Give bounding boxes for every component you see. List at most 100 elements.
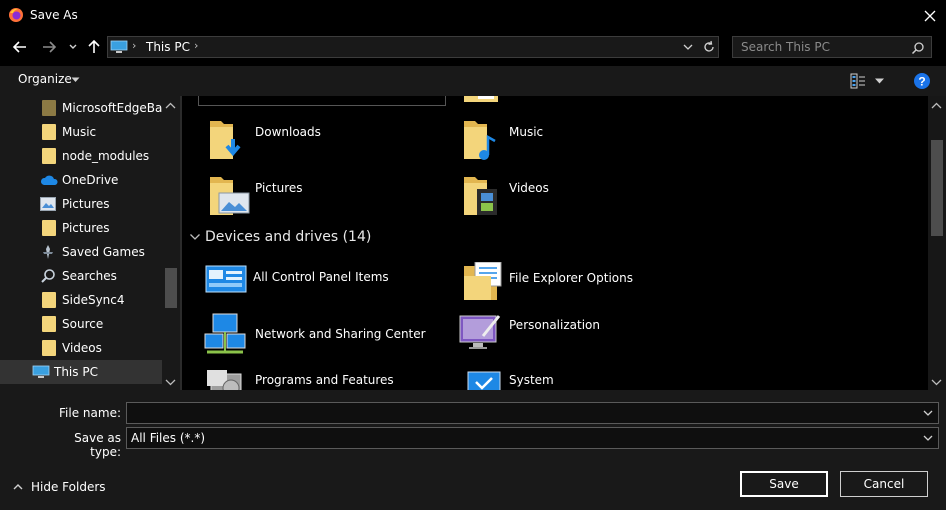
device-label: Personalization [509, 318, 600, 332]
scroll-up-icon[interactable] [165, 102, 176, 110]
search-box[interactable]: Search This PC [732, 36, 932, 58]
personalization-icon [459, 315, 501, 349]
folder-icon [42, 148, 56, 164]
device-label: All Control Panel Items [253, 270, 389, 284]
tree-item-microsoftedgeback[interactable]: MicrosoftEdgeBack [0, 96, 176, 120]
recent-locations-chevron-icon[interactable] [66, 40, 80, 54]
folder-dark-icon [42, 100, 56, 116]
tree-item-label: Searches [62, 269, 117, 283]
view-dropdown-icon[interactable] [874, 77, 885, 85]
pictures-folder-icon [210, 177, 250, 215]
hide-folders-button[interactable]: Hide Folders [12, 479, 112, 497]
firefox-icon [9, 8, 23, 22]
tree-item-label: node_modules [62, 149, 150, 163]
tree-item-source[interactable]: Source [0, 312, 162, 336]
tree-item-label: Saved Games [62, 245, 145, 259]
organize-button[interactable]: Organize [18, 72, 80, 90]
navigation-scrollbar[interactable] [162, 96, 179, 390]
tree-item-saved-games[interactable]: Saved Games [0, 240, 162, 264]
folder-icon [42, 292, 56, 308]
scroll-down-icon[interactable] [165, 378, 176, 386]
save-as-type-value: All Files (*.*) [131, 431, 206, 445]
selected-item-outline[interactable] [198, 96, 446, 106]
navigation-scroll-thumb[interactable] [165, 268, 177, 308]
file-name-label: File name: [59, 406, 121, 420]
forward-arrow-icon[interactable] [38, 36, 60, 58]
save-as-type-dropdown-icon[interactable] [922, 433, 934, 443]
folder-icon [42, 220, 56, 236]
cloud-icon [40, 175, 58, 185]
device-tile-personalization[interactable]: Personalization [459, 310, 699, 360]
system-icon [467, 371, 501, 390]
help-icon[interactable]: ? [913, 72, 931, 90]
content-scroll-thumb[interactable] [931, 140, 943, 236]
device-tile-network[interactable]: Network and Sharing Center [203, 312, 443, 362]
close-icon[interactable] [918, 4, 942, 28]
tree-item-pictures[interactable]: Pictures [0, 216, 162, 240]
view-options-icon[interactable] [850, 73, 866, 89]
file-name-input[interactable] [126, 402, 939, 424]
folder-label: Music [509, 125, 544, 139]
cancel-button[interactable]: Cancel [840, 471, 928, 497]
music-folder-icon [464, 121, 496, 160]
scroll-up-icon[interactable] [931, 102, 942, 110]
breadcrumb-chevron-icon[interactable]: › [194, 39, 198, 52]
tree-item-label: SideSync4 [62, 293, 125, 307]
tree-item-label: Pictures [62, 197, 110, 211]
search-placeholder: Search This PC [741, 40, 830, 54]
address-dropdown-icon[interactable] [682, 41, 694, 53]
device-label: Network and Sharing Center [255, 327, 426, 341]
tree-item-label: This PC [54, 365, 98, 379]
scroll-down-icon[interactable] [931, 378, 942, 386]
back-arrow-icon[interactable] [9, 36, 31, 58]
folder-icon [42, 316, 56, 332]
folder-tile-downloads[interactable]: Downloads [207, 117, 447, 167]
folder-tile-videos[interactable]: Videos [461, 173, 701, 223]
collapse-group-chevron-icon[interactable] [189, 232, 201, 242]
device-label: Programs and Features [255, 373, 394, 387]
window-title: Save As [30, 8, 78, 22]
refresh-icon[interactable] [702, 40, 716, 54]
tree-item-music[interactable]: Music [0, 120, 162, 144]
device-tile-system[interactable]: System [466, 366, 706, 390]
videos-folder-icon [464, 177, 497, 215]
tree-item-label: OneDrive [62, 173, 119, 187]
breadcrumb-this-pc[interactable]: This PC [146, 40, 190, 54]
tree-item-sidesync4[interactable]: SideSync4 [0, 288, 162, 312]
tree-item-videos[interactable]: Videos [0, 336, 162, 360]
folder-icon [42, 124, 56, 140]
search-icon [41, 269, 55, 283]
folder-label: Pictures [255, 181, 303, 195]
downloads-folder-icon [210, 121, 241, 159]
tree-item-label: MicrosoftEdgeBack [62, 101, 176, 115]
tree-item-pictures-library[interactable]: Pictures [0, 192, 162, 216]
control-panel-icon [205, 265, 247, 293]
up-arrow-icon[interactable] [83, 36, 105, 58]
folder-tile-pictures[interactable]: Pictures [207, 173, 447, 223]
file-name-dropdown-icon[interactable] [922, 408, 934, 418]
tree-item-node-modules[interactable]: node_modules [0, 144, 162, 168]
title-bar [0, 0, 946, 32]
breadcrumb-separator-icon: › [132, 39, 137, 52]
tree-item-onedrive[interactable]: OneDrive [0, 168, 162, 192]
group-header-devices[interactable]: Devices and drives (14) [205, 229, 371, 245]
tree-item-this-pc[interactable]: This PC [0, 360, 162, 384]
address-bar[interactable]: › This PC › [107, 36, 719, 58]
search-icon[interactable] [911, 41, 925, 55]
folder-icon [42, 340, 56, 356]
tree-item-label: Music [62, 125, 97, 139]
save-as-type-select[interactable]: All Files (*.*) [126, 427, 939, 449]
navigation-pane[interactable]: MicrosoftEdgeBack Music node_modules One… [0, 96, 180, 390]
device-label: System [509, 373, 554, 387]
documents-folder-icon [464, 96, 498, 102]
folder-tile-music[interactable]: Music [461, 117, 701, 167]
svg-text:?: ? [918, 75, 925, 89]
device-tile-control-panel[interactable]: All Control Panel Items [205, 262, 445, 312]
hide-folders-label: Hide Folders [31, 480, 106, 494]
tree-item-searches[interactable]: Searches [0, 264, 162, 288]
device-tile-file-explorer-options[interactable]: File Explorer Options [461, 262, 701, 312]
network-icon [204, 313, 246, 354]
save-button[interactable]: Save [740, 471, 828, 497]
file-explorer-options-icon [464, 262, 502, 300]
device-tile-programs-and-features[interactable]: Programs and Features [205, 366, 445, 390]
